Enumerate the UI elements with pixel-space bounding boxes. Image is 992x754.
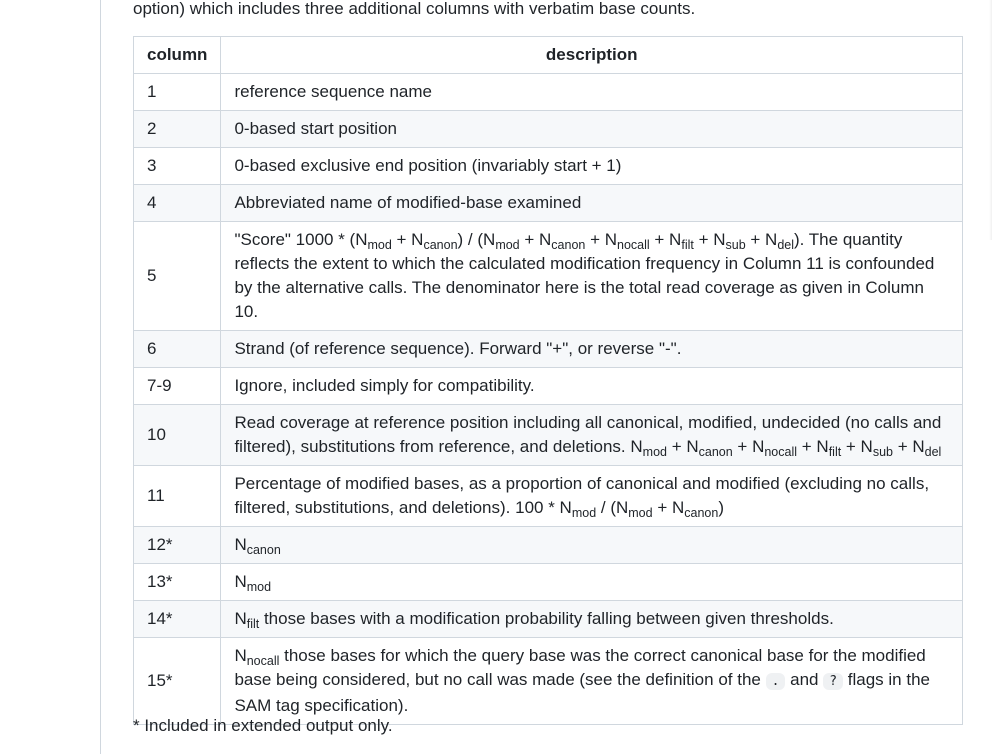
description-cell: Nnocall those bases for which the query …: [220, 637, 963, 725]
description-text: + N: [649, 230, 682, 249]
description-cell: reference sequence name: [220, 73, 963, 111]
description-text: + N: [745, 230, 778, 249]
table-header-row: column description: [132, 36, 963, 74]
subscript-text: canon: [551, 238, 586, 252]
description-cell: Strand (of reference sequence). Forward …: [220, 330, 963, 368]
description-text: + N: [893, 437, 925, 456]
description-cell: Ncanon: [220, 526, 963, 564]
description-text: + N: [585, 230, 618, 249]
column-number-cell: 12*: [132, 526, 222, 564]
description-cell: Nmod: [220, 563, 963, 601]
table-row: 6 Strand (of reference sequence). Forward…: [132, 330, 963, 368]
description-cell: "Score" 1000 * (Nmod + Ncanon) / (Nmod +…: [220, 221, 963, 331]
description-text: those bases with a modification probabil…: [259, 609, 834, 628]
description-text: + N: [797, 437, 829, 456]
column-number-cell: 10: [132, 404, 222, 466]
description-text: N: [234, 535, 247, 554]
description-text: Strand (of reference sequence). Forward …: [234, 339, 682, 358]
column-number-cell: 2: [132, 110, 222, 148]
inline-code: ?: [823, 673, 844, 690]
subscript-text: mod: [246, 580, 272, 594]
footnote: * Included in extended output only.: [133, 716, 393, 735]
table-row: 14* Nfilt those bases with a modification…: [132, 600, 963, 638]
document-content: option) which includes three additional …: [132, 0, 963, 725]
description-header: description: [220, 36, 963, 74]
subscript-text: canon: [423, 238, 458, 252]
column-number-cell: 15*: [132, 637, 222, 725]
subscript-text: mod: [367, 238, 392, 252]
subscript-text: del: [924, 445, 942, 459]
subscript-text: mod: [495, 238, 520, 252]
description-cell: Nfilt those bases with a modification pr…: [220, 600, 963, 638]
subscript-text: nocall: [246, 654, 280, 668]
description-cell: Percentage of modified bases, as a propo…: [220, 465, 963, 527]
description-text: + N: [693, 230, 726, 249]
subscript-text: filt: [681, 238, 694, 252]
table-row: 3 0-based exclusive end position (invaria…: [132, 147, 963, 185]
subscript-text: filt: [246, 617, 260, 631]
left-rail-divider: [100, 0, 101, 754]
description-text: N: [234, 572, 247, 591]
description-text: "Score" 1000 * (N: [234, 230, 368, 249]
description-text: Abbreviated name of modified-base examin…: [234, 193, 582, 212]
inline-code: .: [765, 673, 786, 690]
subscript-text: mod: [571, 506, 597, 520]
description-cell: Read coverage at reference position incl…: [220, 404, 963, 466]
subscript-text: mod: [628, 506, 653, 520]
description-text: / (N: [596, 498, 629, 517]
description-text: reference sequence name: [234, 82, 432, 101]
subscript-text: canon: [684, 506, 719, 520]
column-header: column: [132, 36, 222, 74]
description-text: + N: [519, 230, 552, 249]
description-text: + N: [652, 498, 685, 517]
subscript-text: nocall: [617, 238, 650, 252]
table-body: 1 reference sequence name 2 0-based start p…: [132, 73, 963, 725]
description-text: and: [785, 670, 824, 689]
subscript-text: sub: [872, 445, 893, 459]
description-text: + N: [391, 230, 424, 249]
subscript-text: filt: [828, 445, 842, 459]
description-text: + N: [666, 437, 699, 456]
description-text: ) / (N: [457, 230, 496, 249]
column-number-cell: 3: [132, 147, 222, 185]
table-row: 2 0-based start position: [132, 110, 963, 148]
subscript-text: nocall: [764, 445, 798, 459]
description-text: 0-based exclusive end position (invariab…: [234, 156, 622, 175]
table-row: 12* Ncanon: [132, 526, 963, 564]
table-row: 4 Abbreviated name of modified-base exami…: [132, 184, 963, 222]
column-number-cell: 4: [132, 184, 222, 222]
table-row: 10 Read coverage at reference position in…: [132, 404, 963, 466]
table-row: 13* Nmod: [132, 563, 963, 601]
table-row: 7-9 Ignore, included simply for compatibi…: [132, 367, 963, 405]
subscript-text: sub: [725, 238, 746, 252]
description-text: 0-based start position: [234, 119, 397, 138]
subscript-text: canon: [246, 543, 281, 557]
column-number-cell: 6: [132, 330, 222, 368]
subscript-text: mod: [642, 445, 667, 459]
column-number-cell: 1: [132, 73, 222, 111]
description-text: + N: [841, 437, 873, 456]
description-cell: 0-based exclusive end position (invariab…: [220, 147, 963, 185]
description-text: Ignore, included simply for compatibilit…: [234, 376, 535, 395]
subscript-text: canon: [698, 445, 733, 459]
table-row: 15* Nnocall those bases for which the que…: [132, 637, 963, 725]
description-text: N: [234, 646, 247, 665]
description-cell: Abbreviated name of modified-base examin…: [220, 184, 963, 222]
description-text: + N: [732, 437, 765, 456]
table-row: 1 reference sequence name: [132, 73, 963, 111]
columns-table: column description 1 reference sequence n…: [132, 36, 963, 725]
table-row: 5 "Score" 1000 * (Nmod + Ncanon) / (Nmod …: [132, 221, 963, 331]
column-number-cell: 11: [132, 465, 222, 527]
description-cell: Ignore, included simply for compatibilit…: [220, 367, 963, 405]
subscript-text: del: [777, 238, 794, 252]
description-text: N: [234, 609, 247, 628]
intro-paragraph: option) which includes three additional …: [133, 0, 696, 18]
column-number-cell: 13*: [132, 563, 222, 601]
column-number-cell: 7-9: [132, 367, 222, 405]
column-number-cell: 5: [132, 221, 222, 331]
description-text: ): [718, 498, 724, 517]
description-cell: 0-based start position: [220, 110, 963, 148]
table-row: 11 Percentage of modified bases, as a pro…: [132, 465, 963, 527]
column-number-cell: 14*: [132, 600, 222, 638]
